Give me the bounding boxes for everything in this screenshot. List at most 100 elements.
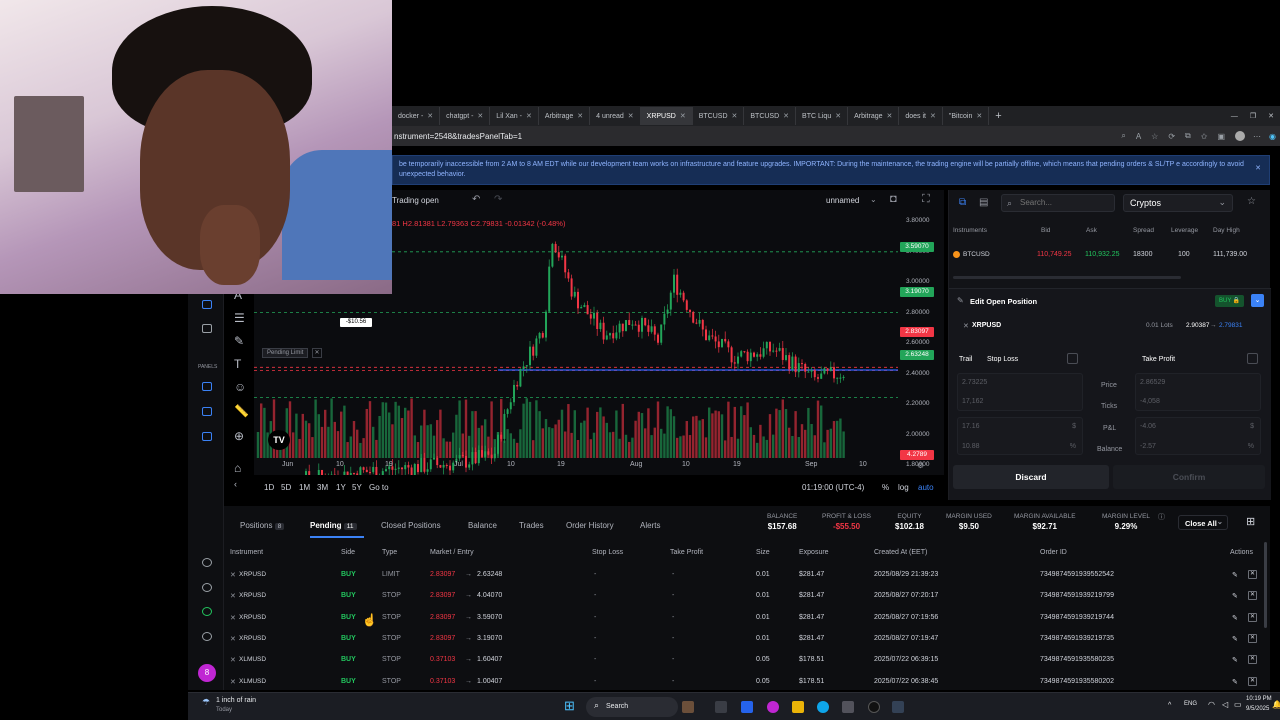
- row-take-profit[interactable]: -: [672, 678, 674, 685]
- address-bar[interactable]: nstrument=2548&tradesPanelTab=1 ⌕ A ☆ ⟳ …: [392, 126, 1280, 146]
- cancel-order-icon[interactable]: ✕: [1248, 633, 1257, 643]
- tp-price-value[interactable]: 2.86529: [1140, 379, 1165, 386]
- discard-button[interactable]: Discard: [953, 465, 1109, 489]
- brush-tool-icon[interactable]: ✎: [234, 334, 244, 348]
- task-view-icon[interactable]: [715, 701, 727, 713]
- close-icon[interactable]: ✕: [963, 322, 969, 330]
- edge-icon[interactable]: [817, 701, 829, 713]
- chevron-down-icon[interactable]: ⌄: [870, 195, 877, 204]
- date-axis[interactable]: Jun 10 19 Jul 10 19 Aug 10 19 Sep 10: [262, 461, 902, 473]
- cancel-order-icon[interactable]: ✕: [1248, 570, 1257, 579]
- price-level-label[interactable]: 2.83097: [900, 327, 934, 337]
- grid-layout-icon[interactable]: ⊞: [1246, 515, 1255, 528]
- row-stop-loss[interactable]: -: [594, 592, 596, 599]
- edit-icon[interactable]: ✎: [1232, 678, 1238, 686]
- sl-balance-value[interactable]: 10.88: [962, 443, 980, 450]
- browser-tab[interactable]: Arbitrage ✕: [848, 107, 900, 125]
- edit-icon[interactable]: ✎: [1232, 635, 1238, 643]
- row-stop-loss[interactable]: -: [594, 656, 596, 663]
- edit-icon[interactable]: ✎: [1232, 614, 1238, 622]
- wifi-icon[interactable]: ◠: [1208, 700, 1215, 709]
- sl-ticks-value[interactable]: 17,162: [962, 398, 983, 405]
- row-stop-loss[interactable]: -: [594, 571, 596, 578]
- close-icon[interactable]: ✕: [230, 678, 236, 686]
- table-row[interactable]: ✕ XRPUSD BUY STOP 2.83097 → 3.19070- -0.01 $281.…: [224, 629, 1270, 650]
- tab-trades[interactable]: Trades: [519, 521, 544, 530]
- browser-tab[interactable]: does it ✕: [899, 107, 943, 125]
- weather-icon[interactable]: ☂: [202, 697, 210, 708]
- range-1d[interactable]: 1D: [264, 483, 274, 492]
- edit-icon[interactable]: ✎: [1232, 592, 1238, 600]
- battery-icon[interactable]: ▭: [1234, 700, 1242, 709]
- clock-time[interactable]: 10:19 PM: [1246, 696, 1272, 702]
- row-take-profit[interactable]: -: [672, 635, 674, 642]
- price-axis[interactable]: 3.800003.400003.000002.800002.600002.400…: [898, 212, 944, 468]
- stop-loss-price-group[interactable]: 2.73225 17,162: [957, 373, 1083, 411]
- tab-balance[interactable]: Balance: [468, 521, 497, 530]
- close-icon[interactable]: ✕: [976, 112, 982, 120]
- range-5d[interactable]: 5D: [281, 483, 291, 492]
- new-tab-button[interactable]: +: [989, 107, 1007, 125]
- panel-watchlist-icon[interactable]: [202, 407, 212, 416]
- redo-icon[interactable]: ↷: [494, 194, 502, 205]
- tab-alerts[interactable]: Alerts: [640, 521, 660, 530]
- close-icon[interactable]: ✕: [230, 656, 236, 664]
- info-icon[interactable]: ⓘ: [1158, 512, 1165, 522]
- profile-avatar[interactable]: [1235, 131, 1246, 141]
- browser-tab[interactable]: "Bitcoin ✕: [943, 107, 990, 125]
- table-row[interactable]: ✕ XRPUSD BUY STOP 2.83097 → 3.59070- -0.01 $281.…: [224, 608, 1270, 629]
- chart-layout-icon[interactable]: [202, 300, 212, 309]
- maximize-icon[interactable]: ❐: [1244, 107, 1262, 125]
- cancel-order-icon[interactable]: ✕: [1248, 591, 1257, 601]
- panel-positions-icon[interactable]: [202, 432, 212, 441]
- browser-tab[interactable]: BTC Liqu ✕: [796, 107, 849, 125]
- file-explorer-icon[interactable]: [792, 701, 804, 713]
- browser-tab[interactable]: chatgpt - ✕: [440, 107, 491, 125]
- close-icon[interactable]: ✕: [427, 112, 433, 120]
- help-icon[interactable]: [202, 583, 212, 592]
- copilot-app-icon[interactable]: [767, 701, 779, 713]
- tray-chevron-icon[interactable]: ^: [1168, 702, 1171, 709]
- auto-toggle[interactable]: auto: [918, 483, 934, 492]
- search-input[interactable]: [1020, 198, 1110, 207]
- browser-tab[interactable]: Arbitrage ✕: [539, 107, 591, 125]
- sl-pnl-value[interactable]: 17.16: [962, 423, 980, 430]
- refresh-icon[interactable]: ⟳: [1168, 132, 1175, 141]
- language-indicator[interactable]: ENG: [1184, 701, 1197, 707]
- instruments-tab-icon[interactable]: ⧉: [959, 197, 966, 208]
- close-icon[interactable]: ✕: [312, 348, 322, 358]
- settings-icon[interactable]: [202, 632, 212, 641]
- window-close-icon[interactable]: ✕: [1262, 107, 1280, 125]
- read-aloud-icon[interactable]: A: [1136, 132, 1141, 141]
- edit-icon[interactable]: ✎: [1232, 571, 1238, 579]
- chatgpt-icon[interactable]: [868, 701, 880, 713]
- chevron-down-icon[interactable]: ⌄: [1251, 294, 1264, 307]
- stop-loss-pnl-group[interactable]: 17.16 $ 10.88 %: [957, 417, 1083, 455]
- close-icon[interactable]: ✕: [230, 635, 236, 643]
- ask-value[interactable]: 110,932.25: [1085, 251, 1120, 258]
- clock-icon[interactable]: [202, 324, 212, 333]
- percent-toggle[interactable]: %: [882, 483, 889, 492]
- close-icon[interactable]: ✕: [628, 112, 634, 120]
- minimize-icon[interactable]: —: [1225, 107, 1244, 125]
- close-all-button[interactable]: Close All ⌄: [1178, 515, 1228, 530]
- tab-positions[interactable]: Positions 8: [240, 521, 285, 530]
- table-row[interactable]: ✕ XLMUSD BUY STOP 0.37103 → 1.60407- -0.05 $178.…: [224, 650, 1270, 671]
- copilot-icon[interactable]: ◉: [1269, 132, 1276, 141]
- close-icon[interactable]: ✕: [230, 614, 236, 622]
- row-take-profit[interactable]: -: [672, 656, 674, 663]
- sl-price-value[interactable]: 2.73225: [962, 379, 987, 386]
- row-stop-loss[interactable]: -: [594, 678, 596, 685]
- row-take-profit[interactable]: -: [672, 614, 674, 621]
- emoji-icon[interactable]: ☺: [234, 380, 246, 394]
- cancel-order-icon[interactable]: ✕: [1248, 655, 1257, 665]
- edit-icon[interactable]: ✎: [1232, 656, 1238, 664]
- close-icon[interactable]: ✕: [1255, 164, 1261, 174]
- range-1m[interactable]: 1M: [299, 483, 310, 492]
- terminal-icon[interactable]: [842, 701, 854, 713]
- browser-tab[interactable]: docker - ✕: [392, 107, 441, 125]
- clock-date[interactable]: 9/5/2025: [1246, 706, 1269, 712]
- text-t-icon[interactable]: T: [234, 357, 241, 371]
- bid-value[interactable]: 110,749.25: [1037, 251, 1072, 258]
- star-icon[interactable]: ☆: [1247, 196, 1256, 207]
